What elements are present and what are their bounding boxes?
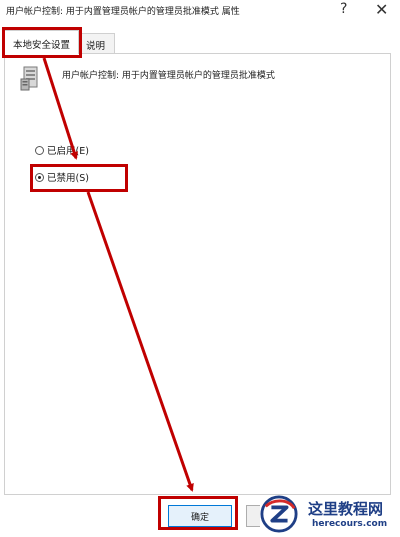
- ok-button[interactable]: 确定: [168, 505, 232, 527]
- watermark-url: herecours.com: [312, 519, 388, 529]
- watermark-logo-icon: [260, 495, 298, 533]
- help-button[interactable]: ?: [340, 1, 347, 17]
- radio-circle[interactable]: [35, 145, 44, 155]
- radio-label: 已禁用(S): [47, 173, 89, 184]
- window-title: 用户帐户控制: 用于内置管理员帐户的管理员批准模式 属性: [6, 7, 240, 17]
- radio-disabled[interactable]: 已禁用(S): [35, 170, 89, 184]
- tab-label: 说明: [86, 41, 106, 52]
- tab-local-security-setting[interactable]: 本地安全设置: [4, 30, 79, 54]
- watermark: 这里教程网 herecours.com: [256, 492, 400, 537]
- tab-label: 本地安全设置: [13, 40, 71, 51]
- tab-explain[interactable]: 说明: [79, 33, 115, 54]
- radio-label: 已启用(E): [47, 146, 89, 157]
- title-bar: 用户帐户控制: 用于内置管理员帐户的管理员批准模式 属性 ? ✕: [0, 0, 400, 22]
- policy-title: 用户帐户控制: 用于内置管理员帐户的管理员批准模式: [62, 71, 275, 81]
- watermark-title: 这里教程网: [308, 500, 384, 518]
- close-button[interactable]: ✕: [375, 0, 388, 19]
- policy-server-icon: [20, 66, 38, 91]
- radio-circle[interactable]: [35, 172, 44, 182]
- radio-enabled[interactable]: 已启用(E): [35, 143, 89, 157]
- tab-panel: [4, 53, 391, 495]
